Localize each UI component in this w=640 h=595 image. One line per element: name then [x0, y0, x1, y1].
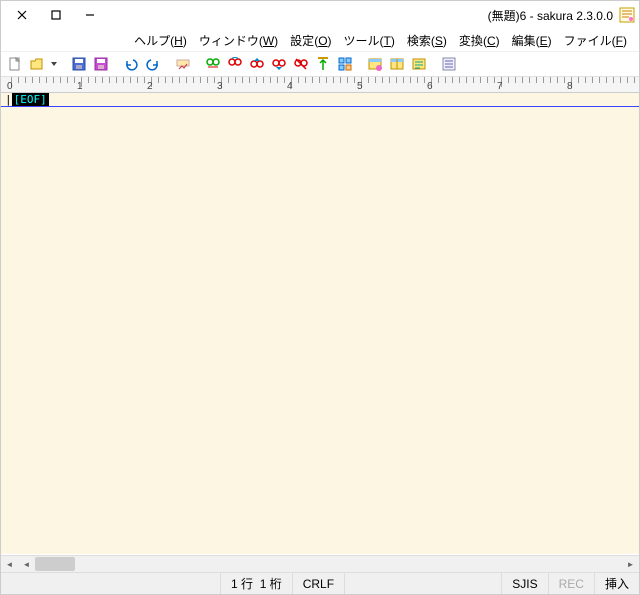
save-icon[interactable]	[69, 54, 89, 74]
window-list-icon[interactable]	[365, 54, 385, 74]
prev-bookmark-icon[interactable]	[247, 54, 267, 74]
menu-file[interactable]: ファイル(F)	[558, 30, 633, 51]
redo-icon[interactable]	[143, 54, 163, 74]
window-title: (無題)6 - sakura 2.3.0.0	[488, 7, 613, 24]
menu-window[interactable]: ウィンドウ(W)	[193, 30, 284, 51]
editor-line-1: | [EOF]	[5, 93, 49, 107]
minimize-button[interactable]	[73, 2, 107, 28]
ruler-number: 3	[217, 81, 223, 92]
ruler-number: 0	[7, 81, 13, 92]
ruler-number: 4	[287, 81, 293, 92]
menu-bar: ヘルプ(H) ウィンドウ(W) 設定(O) ツール(T) 検索(S) 変換(C)…	[1, 29, 639, 51]
status-line: 1 行 1 桁	[221, 573, 293, 594]
status-encoding: SJIS	[502, 573, 548, 594]
scroll-right-icon[interactable]: ►	[622, 556, 639, 572]
open-file-icon[interactable]	[27, 54, 47, 74]
next-bookmark-icon[interactable]	[269, 54, 289, 74]
app-icon	[619, 7, 635, 23]
editor-area[interactable]: | [EOF]	[1, 93, 639, 554]
ruler-number: 7	[497, 81, 503, 92]
menu-help[interactable]: ヘルプ(H)	[128, 30, 193, 51]
ruler-number: 1	[77, 81, 83, 92]
scroll-thumb[interactable]	[35, 557, 75, 571]
menu-search[interactable]: 検索(S)	[401, 30, 453, 51]
save-all-icon[interactable]	[91, 54, 111, 74]
ruler: 0 1 2 3 4 5 6 7 8	[1, 77, 639, 93]
ruler-number: 5	[357, 81, 363, 92]
toolbar	[1, 51, 639, 77]
undo-icon[interactable]	[121, 54, 141, 74]
status-insert-mode: 挿入	[595, 573, 639, 594]
caret-underline	[1, 106, 639, 107]
clear-bookmark-icon[interactable]	[291, 54, 311, 74]
ruler-number: 6	[427, 81, 433, 92]
type-list-icon[interactable]	[439, 54, 459, 74]
status-rec: REC	[549, 573, 595, 594]
status-message	[1, 573, 221, 594]
window-controls	[5, 2, 107, 28]
status-bar: 1 行 1 桁 CRLF SJIS REC 挿入	[1, 572, 639, 594]
scroll-left-icon-2[interactable]: ◄	[18, 556, 35, 572]
search-pair-icon[interactable]	[203, 54, 223, 74]
execute-icon[interactable]	[173, 54, 193, 74]
menu-convert[interactable]: 変換(C)	[453, 30, 506, 51]
bookmark-icon[interactable]	[225, 54, 245, 74]
open-dropdown-icon[interactable]	[49, 54, 59, 74]
outline-icon[interactable]	[335, 54, 355, 74]
diff-icon[interactable]	[409, 54, 429, 74]
scroll-left-icon[interactable]: ◄	[1, 556, 18, 572]
title-bar: (無題)6 - sakura 2.3.0.0	[1, 1, 639, 29]
menu-tools[interactable]: ツール(T)	[338, 30, 401, 51]
ruler-number: 8	[567, 81, 573, 92]
compare-icon[interactable]	[387, 54, 407, 74]
menu-settings[interactable]: 設定(O)	[284, 30, 337, 51]
new-file-icon[interactable]	[5, 54, 25, 74]
maximize-button[interactable]	[39, 2, 73, 28]
close-button[interactable]	[5, 2, 39, 28]
status-eol: CRLF	[293, 573, 345, 594]
status-spacer	[345, 573, 502, 594]
line-bracket: |	[5, 93, 12, 107]
eof-marker: [EOF]	[12, 93, 49, 107]
ruler-number: 2	[147, 81, 153, 92]
jump-icon[interactable]	[313, 54, 333, 74]
scroll-track[interactable]	[35, 556, 622, 572]
horizontal-scrollbar[interactable]: ◄ ◄ ►	[1, 555, 639, 572]
menu-edit[interactable]: 編集(E)	[506, 30, 558, 51]
